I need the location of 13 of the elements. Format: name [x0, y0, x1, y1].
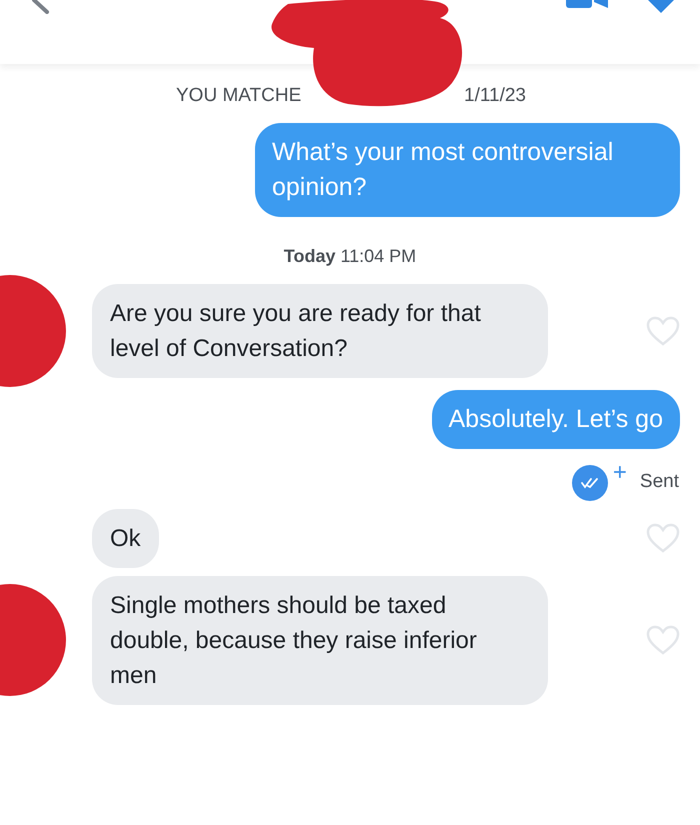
sent-status: Sent: [640, 470, 679, 494]
message-bubble: What’s your most controversial opinion?: [255, 122, 680, 216]
match-date: 1/11/23: [464, 84, 526, 108]
message-bubble: Single mothers should be taxed double, because they raise inferior men: [92, 576, 548, 704]
message-bubble: Absolutely. Let’s go: [432, 390, 680, 448]
timestamp: Today 11:04 PM: [284, 244, 416, 268]
match-notice: YOU MATCHE: [176, 84, 302, 108]
video-icon[interactable]: [566, 0, 610, 10]
double-check-icon: [572, 464, 608, 500]
back-icon[interactable]: [32, 0, 50, 14]
plus-sign: +: [612, 460, 627, 484]
message-bubble: Are you sure you are ready for that level of Conversation?: [92, 284, 548, 378]
message-bubble: Ok: [92, 508, 159, 568]
